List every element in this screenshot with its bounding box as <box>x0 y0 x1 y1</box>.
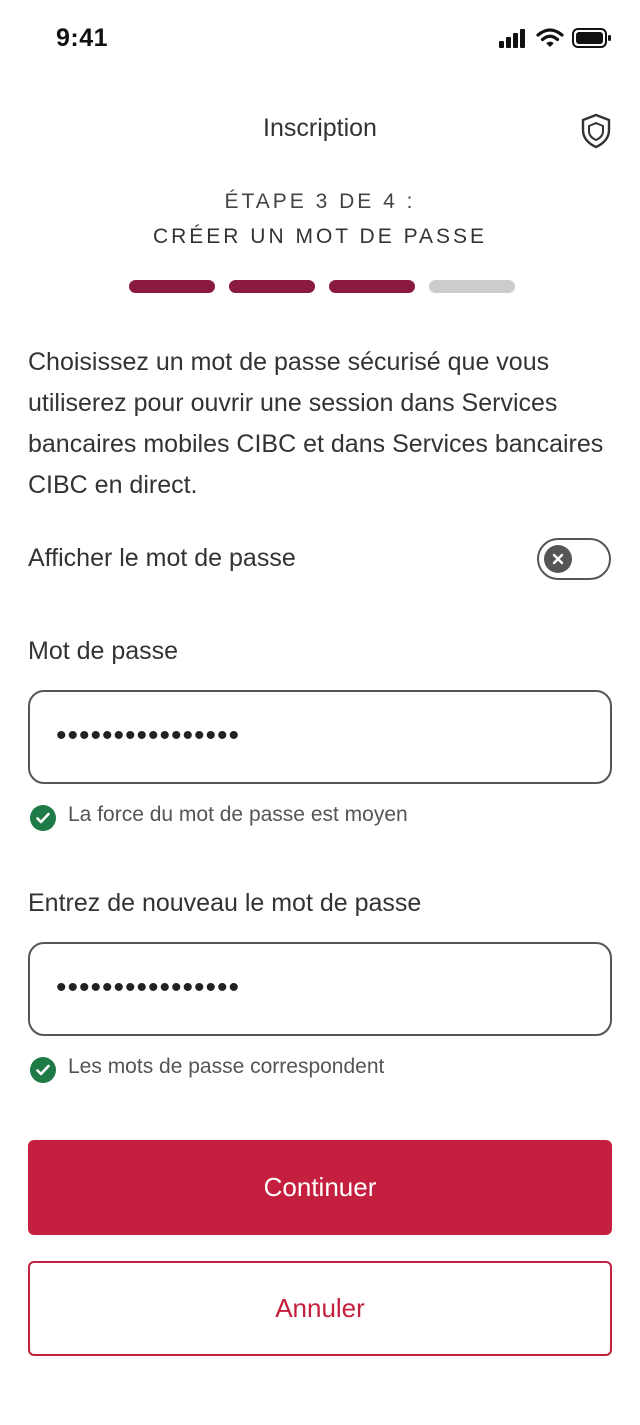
progress-segment <box>429 280 515 293</box>
check-circle-icon <box>30 805 56 831</box>
progress-segment <box>229 280 315 293</box>
wifi-icon <box>536 28 564 53</box>
confirm-password-label: Entrez de nouveau le mot de passe <box>28 889 422 917</box>
cancel-button[interactable]: Annuler <box>28 1261 612 1356</box>
step-counter: ÉTAPE 3 DE 4 : <box>224 190 416 213</box>
cellular-signal-icon <box>498 28 528 53</box>
show-password-toggle[interactable] <box>537 538 611 580</box>
step-title: CRÉER UN MOT DE PASSE <box>152 225 488 248</box>
intro-text: Choisissez un mot de passe sécurisé que … <box>28 348 604 499</box>
confirm-password-input[interactable]: •••••••••••••••• <box>28 942 612 1036</box>
confirm-password-value: •••••••••••••••• <box>56 971 241 1004</box>
shield-icon[interactable] <box>580 113 612 149</box>
battery-icon <box>572 28 612 53</box>
check-circle-icon <box>30 1057 56 1083</box>
progress-segment <box>329 280 415 293</box>
password-match-hint: Les mots de passe correspondent <box>68 1055 385 1078</box>
status-icons <box>498 28 612 53</box>
password-value: •••••••••••••••• <box>56 719 241 752</box>
page-title: Inscription <box>263 114 377 142</box>
continue-button[interactable]: Continuer <box>28 1140 612 1235</box>
close-icon <box>544 545 572 573</box>
show-password-label: Afficher le mot de passe <box>28 544 296 572</box>
status-time: 9:41 <box>56 24 109 52</box>
step-progress <box>129 280 515 293</box>
password-label: Mot de passe <box>28 637 179 665</box>
password-strength-hint: La force du mot de passe est moyen <box>68 803 408 826</box>
password-input[interactable]: •••••••••••••••• <box>28 690 612 784</box>
progress-segment <box>129 280 215 293</box>
